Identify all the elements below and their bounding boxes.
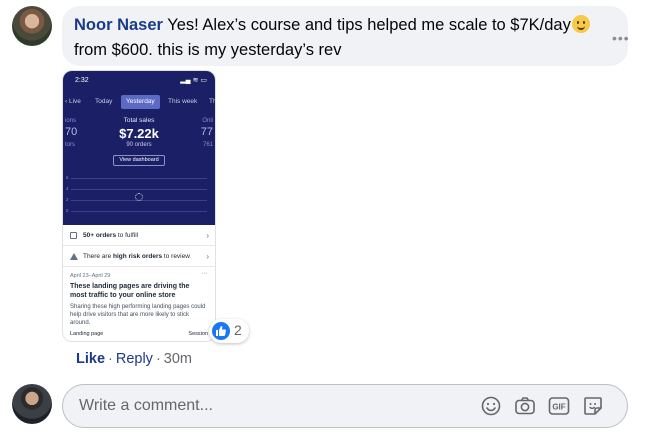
like-button[interactable]: Like [76,351,105,367]
inbox-icon [70,232,77,239]
comment-composer: GIF [62,384,628,428]
sales-dashboard: 2:32 ▂▄ ≋ ▭ ‹ Live Today Yesterday This … [63,71,215,225]
comment-bubble: Noor Naser Yes! Alex’s course and tips h… [62,6,628,66]
orders-count: 90 orders [126,142,152,148]
reply-button[interactable]: Reply [116,351,153,367]
chevron-right-icon: › [206,231,209,240]
grid-line [71,211,207,212]
orders-to-fulfill-row: 50+ orders to fulfill › [63,225,215,246]
comment-author[interactable]: Noor Naser [74,16,163,34]
camera-icon[interactable] [513,394,537,418]
like-thumb-icon [212,322,230,340]
current-user-avatar[interactable] [12,384,52,424]
card-date: April 23–April 29 [70,273,111,279]
loading-spinner-icon [135,193,143,201]
tab-live: ‹ Live [65,98,81,105]
comment-options-button[interactable]: ••• [612,30,630,46]
separator: · [108,351,113,367]
attached-screenshot[interactable]: 2:32 ▂▄ ≋ ▭ ‹ Live Today Yesterday This … [62,70,216,342]
separator: · [155,351,161,367]
insight-card: April 23–April 29 ··· These landing page… [63,267,215,337]
comment-text-part1: Yes! Alex’s course and tips helped me sc… [167,16,571,34]
grid-label: 0 [66,208,69,213]
smiley-icon[interactable] [479,394,503,418]
tab-today: Today [95,98,113,105]
tab-this-week: This week [168,98,198,105]
comment-input[interactable] [79,385,439,426]
high-risk-orders-row: There are high risk orders to review › [63,246,215,267]
comment-timestamp[interactable]: 30m [164,351,192,367]
comment-actions: Like · Reply · 30m [76,351,192,367]
card-more-icon: ··· [201,270,208,277]
tab-this-month: Th [209,98,216,105]
period-tabs: ‹ Live Today Yesterday This week Th [63,95,215,109]
sessions-label: Session [188,331,208,337]
chevron-right-icon: › [206,252,209,261]
status-time: 2:32 [75,77,89,84]
reaction-summary[interactable]: 2 [209,319,249,343]
card-footer: Landing page Session [70,331,208,337]
status-icons: ▂▄ ≋ ▭ [180,77,207,84]
landing-page-label: Landing page [70,331,104,337]
grid-label: 2 [66,197,69,202]
grid-line [71,178,207,179]
total-sales-label: Total sales [123,117,155,124]
sticker-icon[interactable] [581,394,605,418]
smile-emoji-icon [571,15,590,33]
card-body: Sharing these high performing landing pa… [70,304,206,326]
view-dashboard-button: View dashboard [113,155,165,166]
grid-line [71,189,207,190]
card-title: These landing pages are driving the most… [70,283,190,299]
grid-label: 6 [66,175,69,180]
commenter-avatar[interactable] [12,6,52,46]
gif-icon[interactable]: GIF [547,394,571,418]
comment-text-part2: from $600. this is my yesterday’s rev [74,41,342,59]
warning-icon [70,253,78,260]
tab-yesterday: Yesterday [121,95,160,109]
reaction-count: 2 [234,322,242,338]
svg-text:GIF: GIF [552,403,565,412]
total-sales-value: $7.22k [119,126,159,141]
grid-label: 4 [66,186,69,191]
